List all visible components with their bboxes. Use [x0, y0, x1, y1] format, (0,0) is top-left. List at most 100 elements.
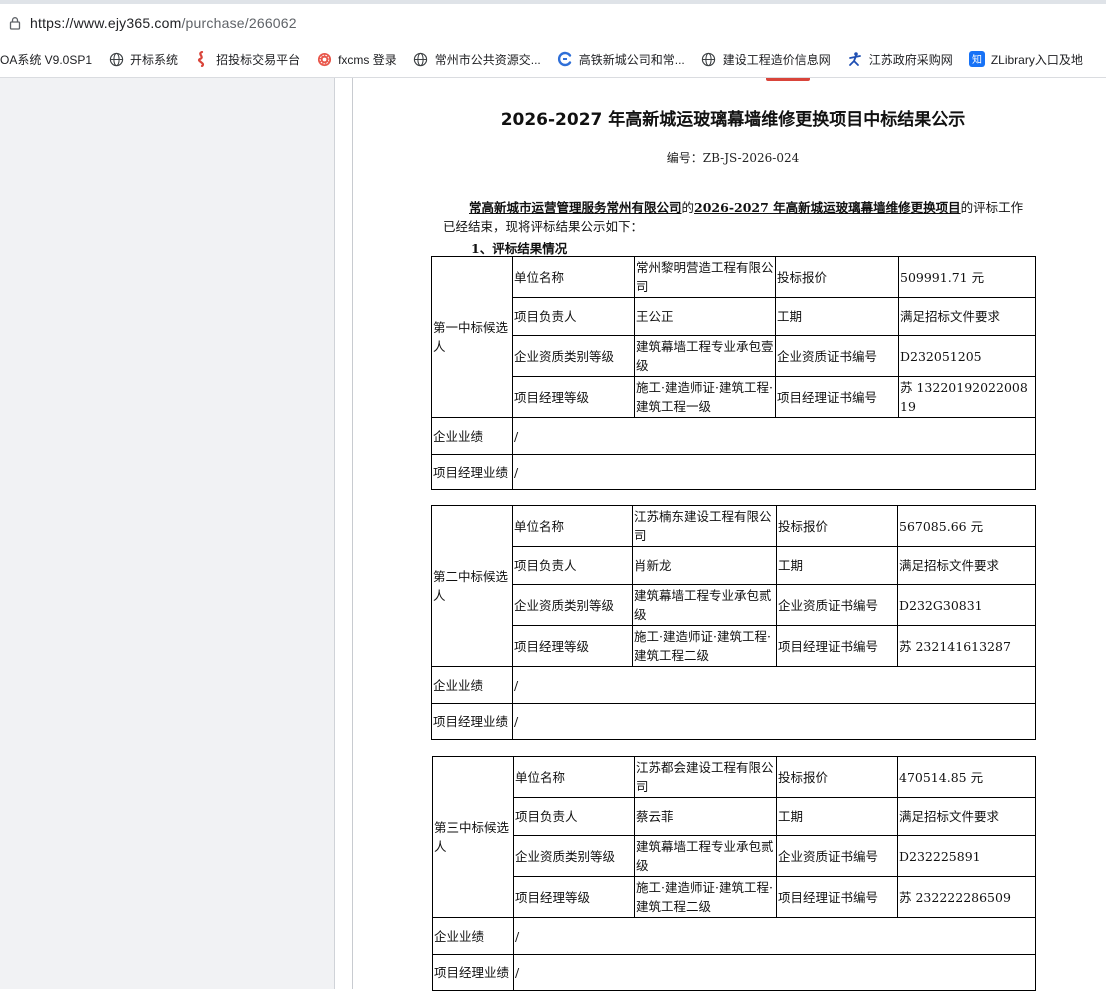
project-lead-value: 蔡云菲	[634, 797, 777, 836]
bookmark-label: 建设工程造价信息网	[722, 52, 831, 67]
pm-perf-value: /	[512, 454, 1036, 490]
table-row: 项目负责人 王公正 工期 满足招标文件要求	[432, 297, 1036, 336]
bookmark-label: ZLibrary入口及地	[990, 52, 1083, 67]
globe-icon	[701, 51, 717, 67]
tab-strip-edge	[0, 0, 1106, 4]
page-top-marker	[766, 78, 810, 81]
section-title: 1、评标结果情况	[471, 241, 568, 256]
bid-price-label: 投标报价	[776, 505, 898, 547]
unit-name-label: 单位名称	[512, 256, 635, 298]
bookmark-bid-opening[interactable]: 开标系统	[108, 47, 178, 71]
page-edge	[352, 78, 353, 989]
bookmark-jiangsu-procurement[interactable]: 江苏政府采购网	[847, 47, 953, 71]
bid-price-label: 投标报价	[776, 756, 898, 798]
duration-label: 工期	[776, 797, 898, 836]
candidate-rank: 第一中标候选人	[431, 256, 513, 418]
address-bar[interactable]: https://www.ejy365.com/purchase/266062	[0, 6, 1106, 40]
bookmark-fxcms-login[interactable]: fxcms 登录	[316, 47, 397, 71]
candidate-rank: 第三中标候选人	[432, 756, 514, 918]
qual-level-label: 企业资质类别等级	[512, 335, 635, 377]
pm-level-label: 项目经理等级	[512, 625, 633, 667]
bid-price-value: 567085.66 元	[897, 505, 1036, 547]
table-row: 项目经理业绩 /	[431, 454, 1036, 490]
duration-label: 工期	[775, 297, 899, 336]
qual-level-value: 建筑幕墙工程专业承包贰级	[632, 584, 777, 626]
bookmark-label: 招投标交易平台	[216, 52, 301, 67]
document-title: 2026-2027 年高新城运玻璃幕墙维修更换项目中标结果公示	[500, 110, 966, 130]
qual-cert-value: D232051205	[898, 335, 1036, 377]
duration-label: 工期	[776, 546, 898, 585]
unit-name-label: 单位名称	[513, 756, 635, 798]
site-info-icon[interactable]	[8, 16, 22, 30]
bookmark-changzhou-public-resources[interactable]: 常州市公共资源交...	[413, 47, 541, 71]
duration-value: 满足招标文件要求	[898, 297, 1036, 336]
browser-chrome: https://www.ejy365.com/purchase/266062 O…	[0, 0, 1106, 78]
c-logo-icon	[557, 51, 573, 67]
stamp-icon	[316, 51, 332, 67]
bookmark-label: 开标系统	[130, 52, 179, 67]
table-row: 项目经理业绩 /	[431, 703, 1036, 740]
project-lead-value: 王公正	[634, 297, 776, 336]
project-lead-label: 项目负责人	[513, 797, 635, 836]
qual-level-label: 企业资质类别等级	[513, 835, 635, 877]
url-path: /purchase/266062	[181, 15, 297, 31]
company-perf-label: 企业业绩	[431, 666, 513, 704]
intro-paragraph: 常高新城市运营管理服务常州有限公司的2026-2027 年高新城运玻璃幕墙维修更…	[443, 198, 1033, 236]
pm-cert-label: 项目经理证书编号	[776, 876, 898, 918]
pm-level-label: 项目经理等级	[513, 876, 635, 918]
table-row: 第一中标候选人 单位名称 常州黎明营造工程有限公司 投标报价 509991.71…	[431, 256, 1036, 418]
qual-cert-label: 企业资质证书编号	[776, 584, 898, 626]
pm-cert-label: 项目经理证书编号	[775, 376, 899, 418]
table-row: 企业业绩 /	[432, 917, 1036, 955]
bookmark-cost-info[interactable]: 建设工程造价信息网	[701, 47, 831, 71]
candidate-table-1: 第一中标候选人 单位名称 常州黎明营造工程有限公司 投标报价 509991.71…	[431, 256, 1036, 490]
qual-cert-label: 企业资质证书编号	[775, 335, 899, 377]
bookmark-label: 常州市公共资源交...	[434, 52, 541, 67]
pm-cert-value: 苏 232222286509	[897, 876, 1036, 918]
unit-name-label: 单位名称	[512, 505, 633, 547]
table-row: 企业资质类别等级 建筑幕墙工程专业承包壹级 企业资质证书编号 D23205120…	[432, 335, 1036, 377]
table-row: 企业资质类别等级 建筑幕墙工程专业承包贰级 企业资质证书编号 D232G3083…	[432, 584, 1036, 626]
table-row: 企业资质类别等级 建筑幕墙工程专业承包贰级 企业资质证书编号 D23222589…	[433, 835, 1036, 877]
document-code: 编号：ZB-JS-2026-024	[666, 151, 800, 165]
qual-cert-value: D232225891	[897, 835, 1036, 877]
bookmark-label: OA系统 V9.0SP1	[0, 52, 93, 67]
table-row: 企业业绩 /	[431, 666, 1036, 704]
candidate-table-2: 第二中标候选人 单位名称 江苏楠东建设工程有限公司 投标报价 567085.66…	[431, 505, 1036, 740]
bid-price-value: 470514.85 元	[897, 756, 1036, 798]
pm-cert-value: 苏 232141613287	[897, 625, 1036, 667]
url-text[interactable]: https://www.ejy365.com/purchase/266062	[30, 15, 297, 31]
globe-icon	[108, 51, 124, 67]
table-row: 项目经理等级 施工·建造师证·建筑工程·建筑工程一级 项目经理证书编号 苏 13…	[432, 376, 1036, 418]
bookmark-zlibrary[interactable]: 知 ZLibrary入口及地	[968, 47, 1083, 71]
project-lead-label: 项目负责人	[512, 546, 633, 585]
zhi-icon: 知	[968, 51, 985, 67]
figure-icon	[847, 51, 863, 67]
pm-perf-label: 项目经理业绩	[432, 954, 514, 991]
bookmarks-bar: OA系统 V9.0SP1 开标系统 招投标交易平台 fxcms 登录 常州市公共…	[0, 44, 1106, 74]
project-lead-value: 肖新龙	[632, 546, 777, 585]
project-lead-label: 项目负责人	[512, 297, 635, 336]
zhi-glyph: 知	[972, 53, 982, 66]
bookmark-label: fxcms 登录	[338, 52, 397, 67]
bookmark-oa-system[interactable]: OA系统 V9.0SP1	[0, 47, 92, 71]
table-row: 项目经理等级 施工·建造师证·建筑工程·建筑工程二级 项目经理证书编号 苏 23…	[432, 625, 1036, 667]
pm-level-value: 施工·建造师证·建筑工程·建筑工程二级	[634, 876, 777, 918]
table-row: 项目负责人 肖新龙 工期 满足招标文件要求	[432, 546, 1036, 585]
company-perf-value: /	[512, 417, 1036, 455]
table-row: 第二中标候选人 单位名称 江苏楠东建设工程有限公司 投标报价 567085.66…	[431, 505, 1036, 667]
company-perf-value: /	[513, 917, 1036, 955]
duration-value: 满足招标文件要求	[897, 797, 1036, 836]
bookmark-tender-platform[interactable]: 招投标交易平台	[194, 47, 300, 71]
pm-perf-value: /	[512, 703, 1036, 740]
viewer-sidebar	[0, 78, 335, 989]
candidate-table-3: 第三中标候选人 单位名称 江苏都会建设工程有限公司 投标报价 470514.85…	[432, 756, 1036, 991]
table-row: 企业业绩 /	[431, 417, 1036, 455]
pm-level-value: 施工·建造师证·建筑工程·建筑工程二级	[632, 625, 777, 667]
company-perf-label: 企业业绩	[432, 917, 514, 955]
candidate-rank: 第二中标候选人	[431, 505, 513, 667]
qual-cert-value: D232G30831	[897, 584, 1036, 626]
bookmark-gaotie-xincheng[interactable]: 高铁新城公司和常...	[557, 47, 685, 71]
qual-cert-label: 企业资质证书编号	[776, 835, 898, 877]
bookmark-label: 江苏政府采购网	[868, 52, 953, 67]
